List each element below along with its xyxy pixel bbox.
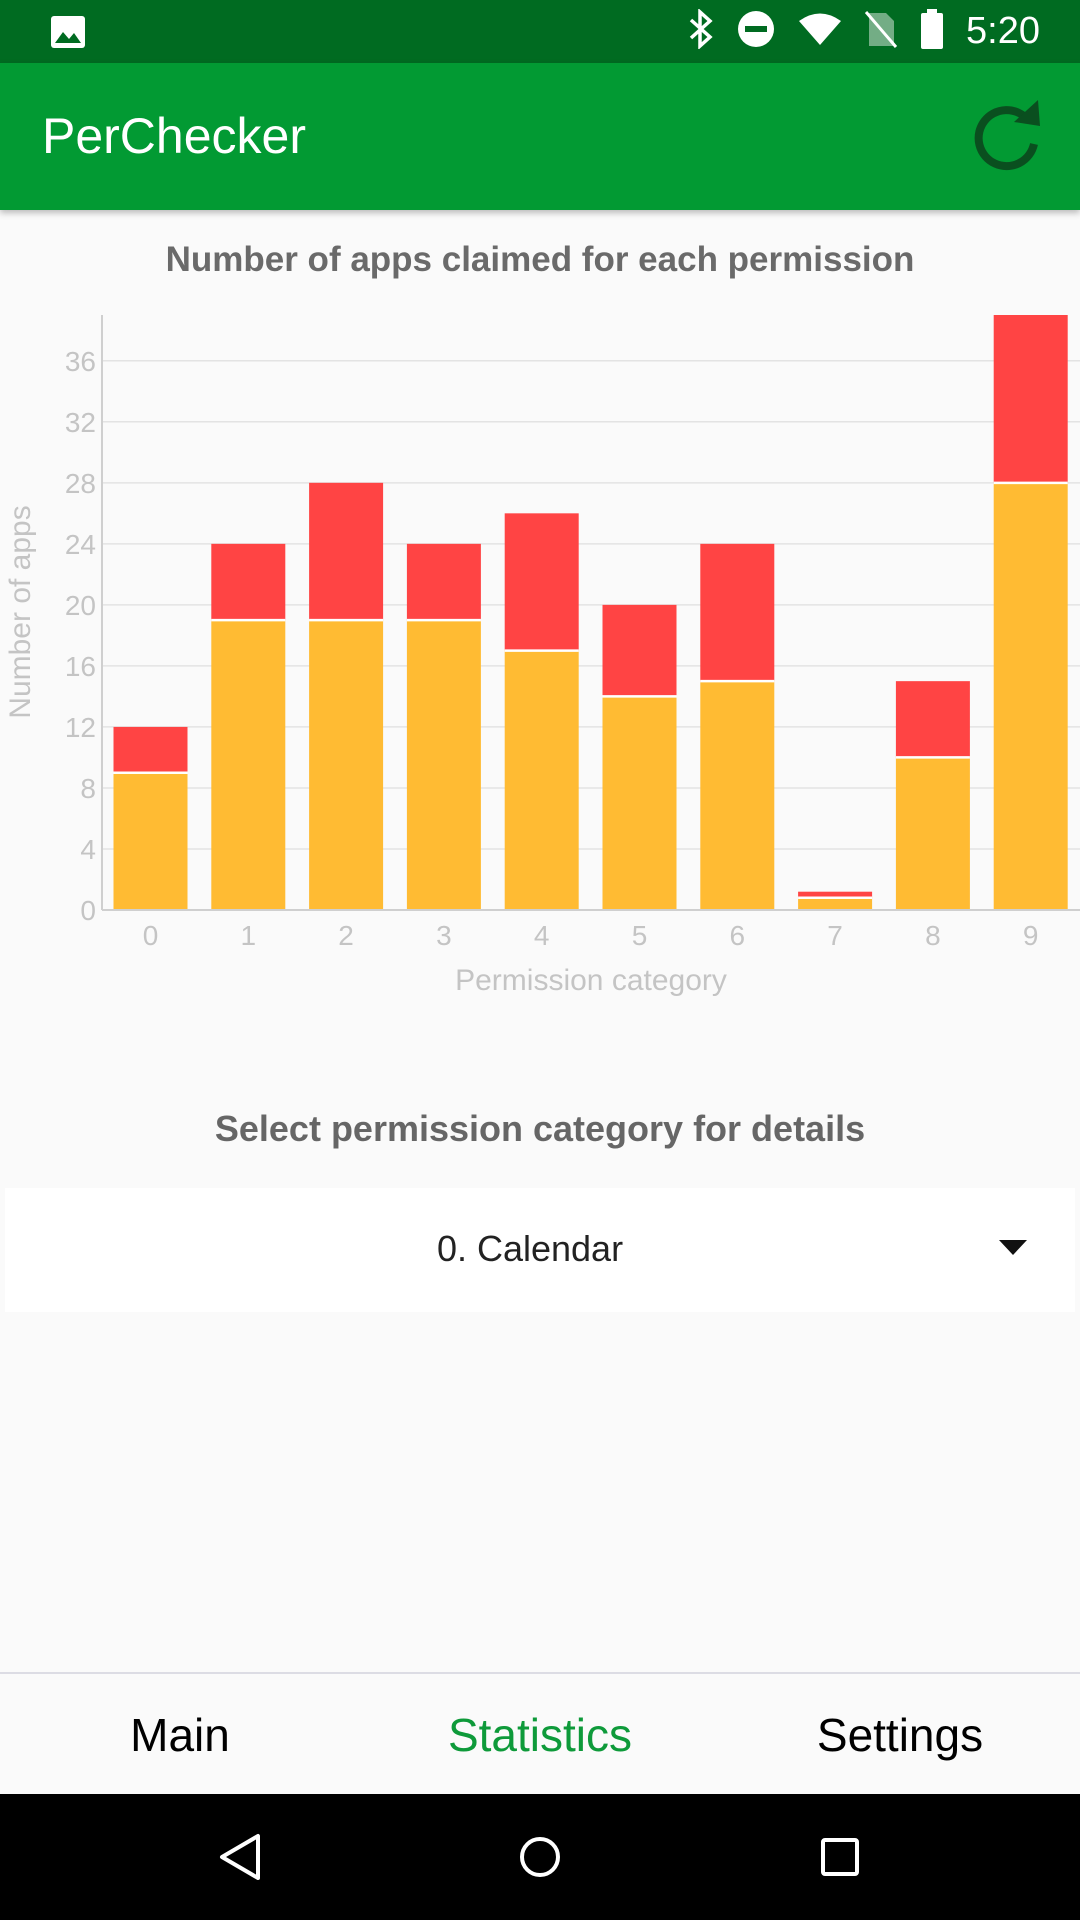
x-tick-label: 3	[436, 920, 452, 951]
y-tick-label: 0	[80, 895, 96, 926]
y-tick-label: 24	[65, 529, 96, 560]
no-sim-icon	[864, 9, 898, 54]
y-tick-label: 20	[65, 590, 96, 621]
dropdown-arrow-icon	[999, 1240, 1027, 1255]
y-tick-label: 8	[80, 773, 96, 804]
bar-segment-series-0	[798, 897, 873, 910]
x-tick-label: 8	[925, 920, 941, 951]
y-tick-label: 16	[65, 651, 96, 682]
x-tick-label: 7	[827, 920, 843, 951]
bar-segment-series-1	[309, 482, 384, 621]
tab-main[interactable]: Main	[0, 1674, 360, 1796]
bar-segment-series-1	[211, 543, 286, 621]
home-button[interactable]	[518, 1832, 562, 1887]
battery-icon	[920, 9, 944, 54]
y-tick-label: 4	[80, 834, 96, 865]
x-axis-label: Permission category	[455, 964, 727, 997]
image-icon	[50, 15, 86, 54]
status-time: 5:20	[966, 10, 1040, 52]
chart-bars	[113, 315, 1068, 910]
recents-icon	[821, 1838, 859, 1876]
bar-segment-series-0	[602, 696, 677, 910]
app-bar: PerChecker	[0, 63, 1080, 210]
wifi-icon	[798, 12, 842, 51]
bar-segment-series-1	[406, 543, 481, 621]
bar-segment-series-0	[700, 681, 775, 910]
bluetooth-icon	[688, 8, 714, 54]
bar-segment-series-1	[700, 543, 775, 682]
refresh-button[interactable]	[970, 100, 1044, 174]
bar-segment-series-1	[993, 315, 1068, 483]
home-icon	[520, 1837, 560, 1877]
do-not-disturb-icon	[736, 9, 776, 54]
bar-segment-series-1	[895, 681, 970, 758]
y-tick-label: 36	[65, 346, 96, 377]
y-tick-label: 28	[65, 468, 96, 499]
bar-segment-series-0	[309, 620, 384, 910]
x-tick-label: 4	[534, 920, 550, 951]
tab-settings[interactable]: Settings	[720, 1674, 1080, 1796]
bar-segment-series-1	[504, 513, 579, 651]
permission-category-dropdown[interactable]: 0. Calendar	[5, 1188, 1075, 1312]
system-navigation-bar	[0, 1794, 1080, 1920]
x-tick-label: 0	[143, 920, 159, 951]
y-axis-label: Number of apps	[4, 505, 37, 718]
y-tick-label: 32	[65, 407, 96, 438]
recents-button[interactable]	[818, 1832, 862, 1887]
app-title: PerChecker	[42, 108, 306, 164]
bar-segment-series-0	[113, 772, 188, 910]
x-tick-label: 6	[730, 920, 746, 951]
tab-statistics[interactable]: Statistics	[360, 1674, 720, 1796]
bottom-navigation: Main Statistics Settings	[0, 1672, 1080, 1796]
dropdown-selected-value: 0. Calendar	[436, 1228, 624, 1269]
bar-segment-series-1	[113, 726, 188, 773]
x-tick-label: 2	[338, 920, 354, 951]
bar-segment-series-0	[993, 482, 1068, 910]
bar-segment-series-0	[895, 757, 970, 910]
bar-segment-series-1	[602, 604, 677, 697]
back-icon	[220, 1834, 260, 1880]
x-tick-label: 5	[632, 920, 648, 951]
x-tick-label: 9	[1023, 920, 1039, 951]
chart-title: Number of apps claimed for each permissi…	[165, 240, 915, 279]
status-bar: 5:20	[0, 0, 1080, 63]
bar-segment-series-0	[211, 620, 286, 910]
bar-chart: 048121620242832360 1 2 3 4 5 6 7 8 9 Permission c…	[4, 315, 1080, 997]
bar-segment-series-0	[406, 620, 481, 910]
x-tick-label: 1	[241, 920, 257, 951]
back-button[interactable]	[218, 1832, 262, 1887]
refresh-icon	[974, 100, 1040, 171]
details-title: Select permission category for details	[214, 1108, 866, 1149]
bar-segment-series-0	[504, 650, 579, 910]
y-tick-label: 12	[65, 712, 96, 743]
